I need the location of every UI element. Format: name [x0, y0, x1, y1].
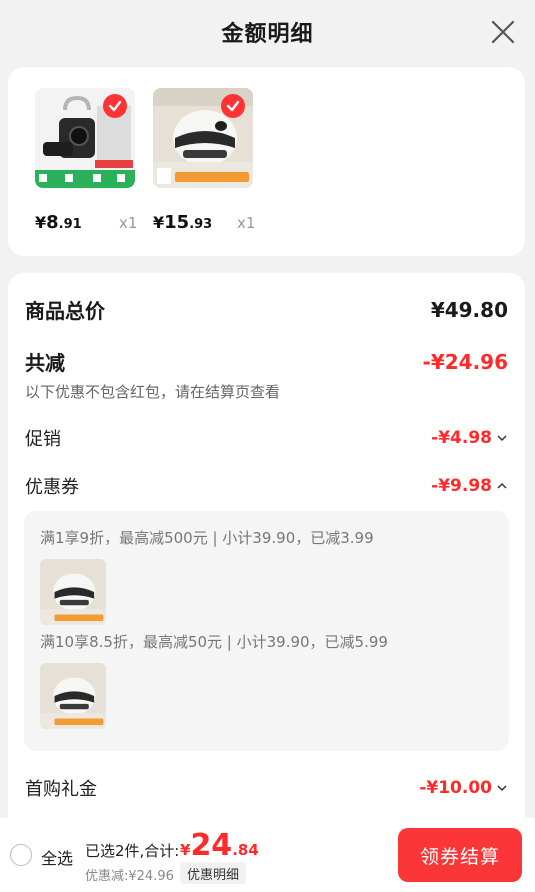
- chevron-down-icon: [497, 785, 507, 792]
- discount-detail-chip[interactable]: 优惠明细: [180, 862, 247, 884]
- first-purchase-row[interactable]: 首购礼金 -¥10.00: [25, 775, 508, 801]
- total-int: 24: [190, 828, 233, 863]
- price-int: 15: [164, 212, 190, 233]
- price-dec: .91: [58, 217, 82, 232]
- saved-amount-text: 优惠减:¥24.96: [85, 869, 174, 884]
- discount-label: 共减: [25, 351, 65, 375]
- promo-value: -¥4.98: [431, 428, 492, 448]
- product-image-phone-holder[interactable]: [35, 88, 135, 188]
- price-dec: .93: [189, 217, 213, 232]
- discount-value: -¥24.96: [422, 349, 508, 374]
- coupon-product-thumb: [40, 663, 106, 729]
- coupon-rule-text: 满10享8.5折，最高减50元 | 小计39.90，已减5.99: [40, 633, 388, 651]
- close-button[interactable]: [489, 18, 517, 46]
- coupon-detail-box: 满1享9折，最高减500元 | 小计39.90，已减3.99 满10享8.5折，…: [24, 511, 509, 751]
- coupon-amount: -¥9.98: [431, 476, 508, 496]
- product-qty: x1: [237, 214, 256, 232]
- checkout-footer: 全选 已选2件,合计: ¥24.84 优惠减:¥24.96 优惠明细 领券结算: [0, 818, 535, 892]
- first-purchase-label: 首购礼金: [25, 779, 97, 800]
- price-int: 8: [46, 212, 59, 233]
- helmet-image: [40, 559, 106, 625]
- total-price-row: 商品总价 ¥49.80: [25, 295, 508, 324]
- select-all-label[interactable]: 全选: [41, 845, 73, 869]
- header: 金额明细: [0, 0, 535, 64]
- first-purchase-value: -¥10.00: [419, 778, 492, 798]
- discount-row: 共减 -¥24.96: [25, 347, 508, 376]
- selected-check-icon[interactable]: [103, 94, 127, 118]
- total-price-label: 商品总价: [25, 299, 105, 323]
- total-currency: ¥: [180, 841, 191, 859]
- coupon-label: 优惠券: [25, 477, 79, 498]
- product-price: ¥8.91: [35, 212, 82, 233]
- product-image-helmet[interactable]: [153, 88, 253, 188]
- select-all-radio[interactable]: [10, 844, 32, 866]
- selected-check-icon[interactable]: [221, 94, 245, 118]
- total-price-value: ¥49.80: [430, 297, 508, 322]
- discount-note: 以下优惠不包含红包，请在结算页查看: [25, 383, 281, 401]
- coupon-value: -¥9.98: [431, 476, 492, 496]
- page-title: 金额明细: [221, 22, 314, 47]
- checkout-button[interactable]: 领券结算: [398, 828, 522, 882]
- total-dec: .84: [232, 841, 259, 859]
- chevron-up-icon: [497, 482, 507, 489]
- amount-detail-card: 商品总价 ¥49.80 共减 -¥24.96 以下优惠不包含红包，请在结算页查看…: [8, 273, 525, 833]
- promo-label: 促销: [25, 429, 61, 450]
- first-purchase-amount: -¥10.00: [419, 778, 508, 798]
- promo-amount: -¥4.98: [431, 428, 508, 448]
- promo-row[interactable]: 促销 -¥4.98: [25, 425, 508, 451]
- price-currency: ¥: [153, 213, 165, 232]
- selected-count-text: 已选2件,合计:: [85, 842, 180, 860]
- helmet-image: [40, 663, 106, 729]
- coupon-row[interactable]: 优惠券 -¥9.98: [25, 473, 508, 499]
- products-card: ¥8.91 x1 ¥15.93 x1: [8, 67, 525, 256]
- price-currency: ¥: [35, 213, 47, 232]
- coupon-product-thumb: [40, 559, 106, 625]
- product-qty: x1: [119, 214, 138, 232]
- close-icon: [491, 20, 515, 44]
- total-amount: ¥24.84: [180, 828, 259, 863]
- chevron-down-icon: [497, 435, 507, 442]
- coupon-rule-text: 满1享9折，最高减500元 | 小计39.90，已减3.99: [40, 529, 374, 547]
- product-price: ¥15.93: [153, 212, 212, 233]
